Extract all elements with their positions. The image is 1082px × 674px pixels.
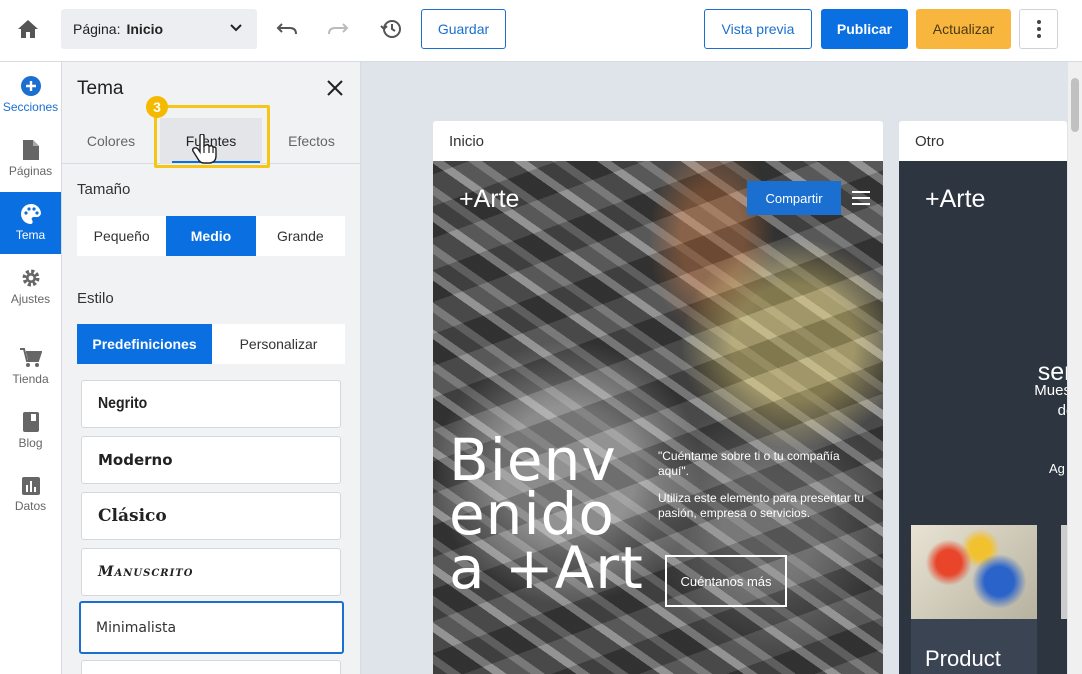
home-icon[interactable]: [8, 9, 48, 49]
nav-theme[interactable]: Tema: [0, 192, 61, 254]
dark-section: +Arte Pr pro servic Muestre a dé una b s…: [899, 161, 1067, 674]
close-icon[interactable]: [321, 74, 349, 102]
nav-sections-label: Secciones: [2, 100, 59, 114]
style-custom-option[interactable]: Personalizar: [212, 324, 345, 364]
hero-body: Utiliza este elemento para presentar tu …: [658, 491, 865, 520]
nav-sections[interactable]: Secciones: [0, 64, 61, 126]
page-selector[interactable]: Página: Inicio: [61, 9, 257, 49]
font-option-bold[interactable]: Negrito: [81, 380, 341, 428]
nav-blog-label: Blog: [18, 436, 43, 450]
size-large-option[interactable]: Grande: [256, 216, 345, 256]
page-selector-value: Inicio: [126, 21, 164, 37]
site-logo: +Arte: [459, 185, 520, 213]
hero-quote: "Cuéntame sobre ti o tu compañía aquí".: [658, 449, 840, 478]
page-preview-home[interactable]: Inicio +Arte Compartir Bienv enido a +Ar…: [433, 121, 883, 674]
page-icon: [22, 140, 39, 160]
font-option-classic[interactable]: Clásico: [81, 492, 341, 540]
nav-store-label: Tienda: [12, 372, 49, 386]
style-section-label: Estilo: [77, 290, 114, 307]
style-segmented-control: Predefiniciones Personalizar: [77, 324, 345, 364]
nav-settings-label: Ajustes: [10, 292, 51, 306]
book-icon: [22, 412, 39, 432]
dark-text-line: se: [1037, 421, 1067, 441]
nav-pages-label: Páginas: [8, 164, 53, 178]
nav-theme-label: Tema: [15, 228, 46, 242]
tab-colors[interactable]: Colores: [62, 118, 160, 164]
size-segmented-control: Pequeño Medio Grande: [77, 216, 345, 256]
dark-text-line: dé una b: [1057, 402, 1067, 419]
product-card[interactable]: Product: [911, 619, 1037, 674]
theme-panel: Tema Colores Fuentes Efectos 3 Tamaño Pe…: [62, 62, 361, 674]
size-section-label: Tamaño: [77, 181, 131, 198]
dark-title-line: Pr: [1040, 287, 1067, 321]
nav-data[interactable]: Datos: [0, 464, 61, 526]
site-logo: +Arte: [925, 185, 986, 213]
gear-icon: [22, 269, 39, 287]
dark-text-line: Muestre a: [1034, 382, 1067, 399]
left-nav: Secciones Páginas Tema Ajustes Tienda Bl…: [0, 62, 62, 674]
page-preview-title: Inicio: [449, 132, 485, 150]
preview-canvas: Inicio +Arte Compartir Bienv enido a +Ar…: [362, 62, 1068, 674]
hero-title: Bienv enido a +Art: [449, 426, 644, 602]
step-badge: 3: [146, 96, 168, 118]
nav-blog[interactable]: Blog: [0, 400, 61, 462]
product-image: [911, 525, 1037, 619]
dark-section-title: Pr pro servic: [979, 287, 1067, 389]
top-toolbar: Página: Inicio Guardar Vista previa Publ…: [0, 0, 1082, 62]
preview-button[interactable]: Vista previa: [704, 9, 812, 49]
nav-store[interactable]: Tienda: [0, 336, 61, 398]
redo-icon[interactable]: [318, 9, 358, 49]
scrollbar-thumb[interactable]: [1071, 78, 1079, 132]
font-option-label: Moderno: [98, 451, 173, 469]
font-option-label: Minimalista: [96, 619, 177, 636]
dark-section-link[interactable]: Ag: [1049, 461, 1065, 476]
undo-icon[interactable]: [267, 9, 307, 49]
hamburger-menu-icon[interactable]: [852, 191, 870, 205]
more-vertical-icon: [1036, 20, 1041, 38]
more-options-button[interactable]: [1019, 9, 1058, 49]
font-option-handwritten[interactable]: Manuscrito: [81, 548, 341, 596]
hero-cta-button[interactable]: Cuéntanos más: [665, 555, 787, 607]
dark-section-text: Muestre a dé una b se: [979, 381, 1067, 441]
chevron-down-icon: [230, 24, 242, 32]
product-image: [1061, 525, 1067, 619]
nav-data-label: Datos: [14, 499, 47, 513]
cart-icon: [19, 348, 42, 367]
nav-settings[interactable]: Ajustes: [0, 256, 61, 318]
hero-section: +Arte Compartir Bienv enido a +Art "Cuén…: [433, 161, 883, 674]
font-option-label: Negrito: [98, 395, 148, 412]
size-medium-option[interactable]: Medio: [166, 216, 256, 256]
share-button[interactable]: Compartir: [747, 181, 841, 215]
dark-title-line: pro: [1035, 321, 1067, 355]
font-option-next[interactable]: [81, 660, 341, 674]
page-selector-label: Página:: [73, 21, 121, 37]
page-preview-title: Otro: [915, 132, 945, 150]
nav-pages[interactable]: Páginas: [0, 128, 61, 190]
font-option-modern[interactable]: Moderno: [81, 436, 341, 484]
size-small-option[interactable]: Pequeño: [77, 216, 166, 256]
panel-title: Tema: [77, 78, 124, 99]
hand-cursor-icon: [192, 134, 217, 164]
palette-icon: [20, 204, 41, 224]
font-option-minimalist[interactable]: Minimalista: [79, 601, 344, 654]
style-presets-option[interactable]: Predefiniciones: [77, 324, 212, 364]
publish-button[interactable]: Publicar: [821, 9, 908, 49]
add-circle-icon: [20, 76, 41, 96]
save-button[interactable]: Guardar: [421, 9, 506, 49]
tab-effects[interactable]: Efectos: [262, 118, 361, 164]
bar-chart-icon: [21, 477, 40, 495]
page-preview-other[interactable]: Otro +Arte Pr pro servic Muestre a dé un…: [899, 121, 1067, 674]
product-label: Product: [925, 646, 1001, 671]
scrollbar[interactable]: [1068, 62, 1082, 674]
history-icon[interactable]: [371, 9, 411, 49]
font-option-label: Clásico: [98, 506, 167, 526]
font-option-label: Manuscrito: [98, 564, 194, 580]
upgrade-button[interactable]: Actualizar: [916, 9, 1011, 49]
